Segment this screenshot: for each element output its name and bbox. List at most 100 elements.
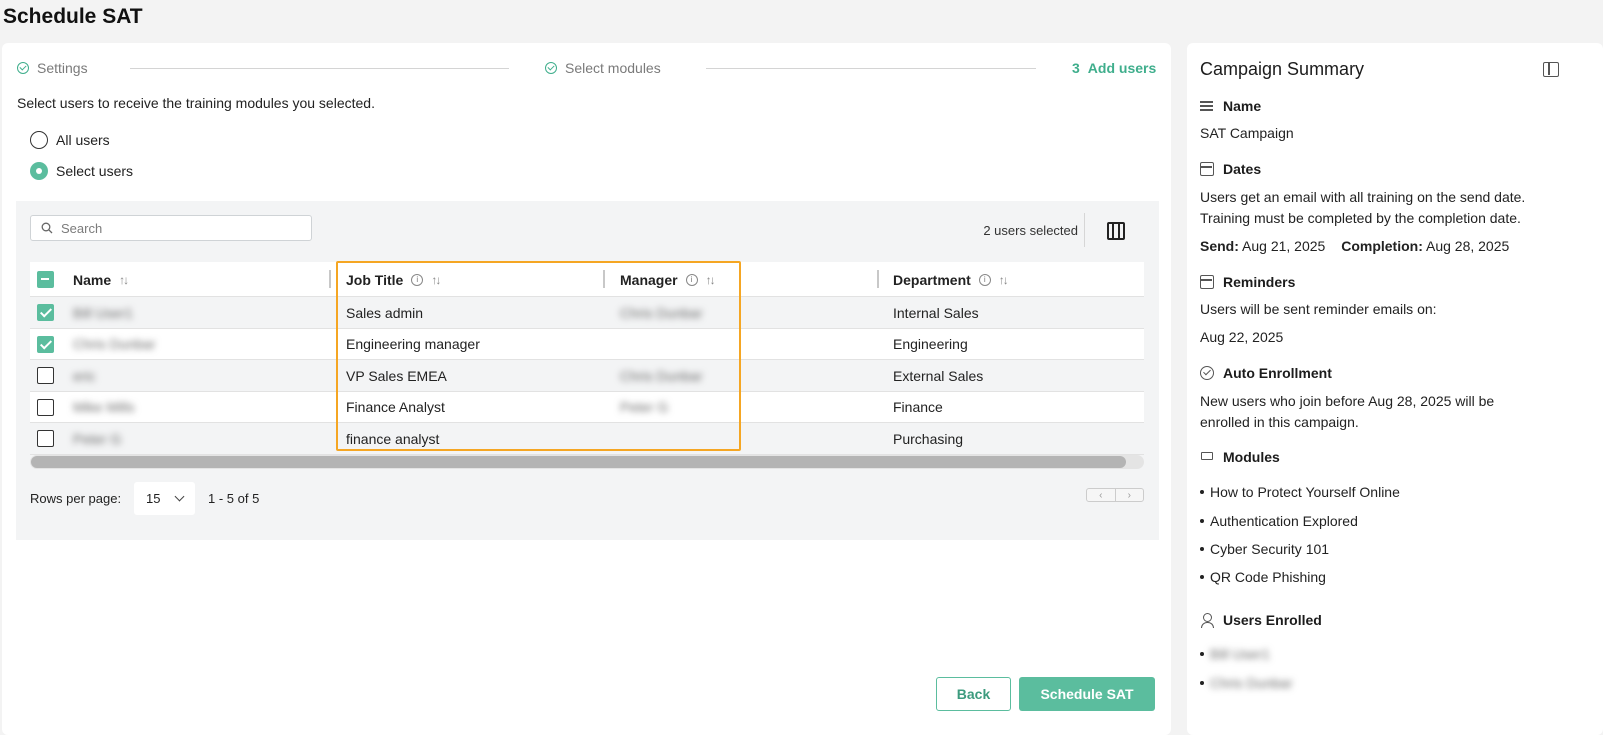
radio-label: Select users: [56, 163, 134, 179]
next-page-button[interactable]: ›: [1116, 489, 1144, 501]
sort-icon[interactable]: ↑↓: [999, 273, 1009, 287]
prev-page-button[interactable]: ‹: [1087, 489, 1116, 501]
column-header-name[interactable]: Name ↑↓: [73, 262, 129, 297]
cell-job-title: VP Sales EMEA: [346, 367, 447, 384]
rows-per-page-select[interactable]: 15: [134, 482, 195, 515]
module-item: Cyber Security 101: [1200, 541, 1329, 557]
toolbar-divider: [1084, 213, 1085, 247]
calendar-icon: [1200, 162, 1214, 176]
search-box[interactable]: [30, 215, 312, 241]
table-row[interactable]: Peter G finance analyst Purchasing: [30, 423, 1144, 455]
column-header-manager[interactable]: Manager i ↑↓: [620, 262, 716, 297]
column-label: Job Title: [346, 271, 404, 288]
step-select-modules[interactable]: Select modules: [545, 60, 661, 76]
intro-text: Select users to receive the training mod…: [17, 95, 375, 111]
radio-button[interactable]: [30, 162, 48, 180]
selected-count: 2 users selected: [983, 223, 1078, 238]
step-label: Select modules: [565, 60, 661, 76]
summary-send-completion: Send: Aug 21, 2025 Completion: Aug 28, 2…: [1200, 236, 1509, 257]
cell-department: Internal Sales: [893, 304, 979, 321]
pagination-range: 1 - 5 of 5: [208, 491, 260, 506]
collapse-panel-icon[interactable]: [1543, 62, 1559, 77]
calendar-icon: [1200, 275, 1214, 289]
radio-all-users[interactable]: All users: [30, 131, 110, 149]
radio-label: All users: [56, 132, 110, 148]
column-header-job-title[interactable]: Job Title i ↑↓: [346, 262, 441, 297]
summary-name-heading: Name: [1200, 98, 1261, 114]
text-lines-icon: [1200, 99, 1214, 113]
summary-dates-line1: Users get an email with all training on …: [1200, 189, 1526, 205]
completion-value: Aug 28, 2025: [1425, 238, 1510, 254]
table-row[interactable]: eric VP Sales EMEA Chris Dunbar External…: [30, 360, 1144, 392]
column-resize-handle[interactable]: [329, 270, 331, 288]
row-checkbox[interactable]: [37, 398, 54, 416]
summary-auto-enrollment-heading: Auto Enrollment: [1200, 365, 1332, 381]
cell-name: Bill User1: [73, 304, 133, 321]
users-table-panel: 2 users selected Name ↑↓ Job Title i ↑↓ …: [16, 201, 1159, 540]
row-checkbox[interactable]: [37, 335, 54, 353]
summary-auto-line2: enrolled in this campaign.: [1200, 414, 1359, 430]
step-add-users[interactable]: 3 Add users: [1072, 60, 1156, 76]
scrollbar-thumb[interactable]: [31, 456, 1126, 468]
info-icon[interactable]: i: [411, 273, 424, 286]
cell-job-title: Finance Analyst: [346, 399, 445, 416]
step-label: Settings: [37, 60, 88, 76]
select-all-checkbox[interactable]: [37, 271, 54, 288]
search-icon: [41, 222, 53, 234]
summary-auto-line1: New users who join before Aug 28, 2025 w…: [1200, 393, 1495, 409]
cell-name: eric: [73, 367, 96, 384]
chevron-down-icon: [175, 491, 185, 502]
summary-reminders-text: Users will be sent reminder emails on:: [1200, 301, 1437, 317]
section-heading: Modules: [1223, 449, 1280, 465]
sort-icon[interactable]: ↑↓: [706, 273, 716, 287]
radio-button[interactable]: [30, 131, 48, 149]
summary-reminders-heading: Reminders: [1200, 274, 1295, 290]
stepper: Settings Select modules 3 Add users: [14, 60, 1160, 78]
section-heading: Dates: [1223, 161, 1262, 177]
sort-icon[interactable]: ↑↓: [119, 273, 129, 287]
column-resize-handle[interactable]: [603, 270, 605, 288]
step-label: Add users: [1087, 60, 1157, 76]
summary-dates-line2: Training must be completed by the comple…: [1200, 210, 1521, 226]
send-value: Aug 21, 2025: [1242, 238, 1326, 254]
columns-icon[interactable]: [1107, 222, 1125, 240]
summary-name-value: SAT Campaign: [1200, 125, 1294, 141]
section-heading: Auto Enrollment: [1223, 365, 1332, 381]
search-input[interactable]: [61, 220, 281, 236]
column-header-department[interactable]: Department i ↑↓: [893, 262, 1009, 297]
table-row[interactable]: Mike Mills Finance Analyst Peter G Finan…: [30, 391, 1144, 424]
summary-modules-heading: Modules: [1200, 449, 1280, 465]
row-checkbox[interactable]: [37, 367, 54, 385]
radio-select-users[interactable]: Select users: [30, 162, 133, 180]
horizontal-scrollbar[interactable]: [30, 455, 1144, 469]
step-connector: [130, 68, 509, 69]
schedule-sat-button[interactable]: Schedule SAT: [1019, 677, 1155, 711]
step-connector: [706, 68, 1036, 69]
page-title: Schedule SAT: [3, 5, 143, 28]
back-button[interactable]: Back: [936, 677, 1011, 711]
summary-users-heading: Users Enrolled: [1200, 612, 1322, 628]
row-checkbox[interactable]: [37, 430, 54, 448]
check-circle-icon: [17, 62, 29, 74]
check-circle-icon: [545, 62, 557, 74]
column-resize-handle[interactable]: [877, 270, 879, 288]
step-settings[interactable]: Settings: [17, 60, 88, 76]
summary-panel: [1187, 43, 1603, 735]
send-label: Send:: [1200, 238, 1239, 254]
info-icon[interactable]: i: [978, 273, 991, 286]
table-row[interactable]: Chris Dunbar Engineering manager Enginee…: [30, 328, 1144, 361]
cell-name: Peter G: [73, 430, 122, 447]
cell-department: Engineering: [893, 336, 968, 353]
summary-title: Campaign Summary: [1200, 59, 1365, 79]
cell-department: Finance: [893, 399, 943, 416]
table-row[interactable]: Bill User1 Sales admin Chris Dunbar Inte…: [30, 297, 1144, 329]
cell-name: Chris Dunbar: [73, 336, 156, 353]
users-table: Name ↑↓ Job Title i ↑↓ Manager i ↑↓ Depa…: [30, 262, 1144, 455]
info-icon[interactable]: i: [685, 273, 698, 286]
sort-icon[interactable]: ↑↓: [431, 273, 441, 287]
rows-per-page-label: Rows per page:: [30, 491, 122, 506]
section-heading: Name: [1223, 98, 1262, 114]
row-checkbox[interactable]: [37, 304, 54, 321]
cell-job-title: Engineering manager: [346, 336, 480, 353]
section-heading: Reminders: [1223, 274, 1296, 290]
